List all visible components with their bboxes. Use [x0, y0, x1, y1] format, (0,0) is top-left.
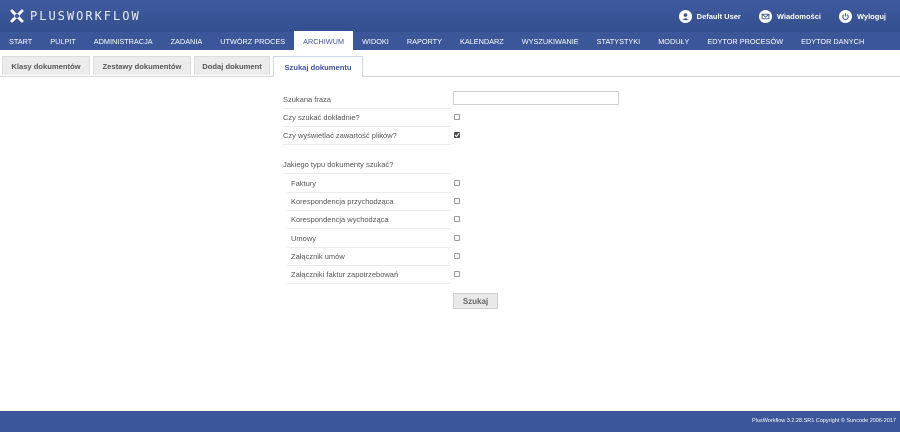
type-checkbox-zalacznik-umow[interactable] [454, 253, 460, 259]
type-checkbox-korespondencja-przychodzaca[interactable] [454, 198, 460, 204]
menu-item-kalendarz[interactable]: KALENDARZ [451, 32, 513, 50]
menu-item-statystyki[interactable]: STATYSTYKI [588, 32, 650, 50]
type-label-faktury: Faktury [287, 175, 451, 193]
messages-label: Wiadomości [776, 11, 821, 21]
menu-item-archiwum[interactable]: ARCHIWUM [294, 31, 354, 51]
menu-item-utworz-proces[interactable]: UTWÓRZ PROCES [211, 32, 294, 50]
exact-checkbox[interactable] [454, 114, 460, 120]
main-menu: START PULPIT ADMINISTRACJA ZADANIA UTWÓR… [0, 31, 900, 51]
menu-item-edytor-procesow[interactable]: EDYTOR PROCESÓW [698, 32, 792, 50]
type-checkbox-korespondencja-wychodzaca[interactable] [454, 216, 460, 222]
menu-item-widoki[interactable]: WIDOKI [353, 32, 398, 50]
exact-label: Czy szukać dokładnie? [283, 109, 451, 127]
tab-zestawy-dokumentow[interactable]: Zestawy dokumentów [93, 56, 191, 75]
menu-item-pulpit[interactable]: PULPIT [41, 32, 85, 50]
copyright-text: PlusWorkflow 3.2.28.SR1 Copyright © Sunc… [752, 418, 896, 424]
phrase-label: Szukana fraza [283, 91, 451, 109]
user-icon [678, 9, 692, 23]
tab-dodaj-dokument[interactable]: Dodaj dokument [194, 56, 270, 75]
app-logo[interactable]: PLUSWORKFLOW [10, 7, 141, 25]
power-icon [838, 9, 852, 23]
top-header: PLUSWORKFLOW Default User Wiadomości Wyl… [0, 0, 900, 32]
show-content-checkbox[interactable] [454, 132, 460, 138]
tab-szukaj-dokumentu[interactable]: Szukaj dokumentu [273, 56, 363, 77]
type-checkbox-umowy[interactable] [454, 235, 460, 241]
type-label-korespondencja-przychodzaca: Korespondencja przychodząca [287, 193, 451, 211]
plusworkflow-logo-icon [10, 9, 24, 23]
footer: PlusWorkflow 3.2.28.SR1 Copyright © Sunc… [0, 411, 900, 432]
user-name: Default User [696, 11, 741, 21]
logo-text: PLUSWORKFLOW [30, 9, 141, 23]
search-button[interactable]: Szukaj [453, 293, 498, 309]
menu-item-edytor-danych[interactable]: EDYTOR DANYCH [792, 32, 873, 50]
user-profile-link[interactable]: Default User [678, 9, 741, 23]
type-label-zalacznik-umow: Załącznik umów [287, 248, 451, 266]
tab-klasy-dokumentow[interactable]: Klasy dokumentów [2, 56, 90, 75]
types-heading: Jakiego typu dokumenty szukać? [283, 156, 451, 174]
type-checkbox-zalaczniki-faktur[interactable] [454, 271, 460, 277]
menu-item-raporty[interactable]: RAPORTY [398, 32, 451, 50]
logout-label: Wyloguj [856, 11, 886, 21]
menu-item-moduly[interactable]: MODUŁY [649, 32, 698, 50]
show-content-label: Czy wyświetlać zawartość plików? [283, 127, 451, 145]
phrase-input[interactable] [453, 91, 619, 105]
menu-item-wyszukiwanie[interactable]: WYSZUKIWANIE [513, 32, 588, 50]
type-checkbox-faktury[interactable] [454, 180, 460, 186]
user-area: Default User Wiadomości Wyloguj [678, 8, 886, 24]
archive-subtabs: Klasy dokumentów Zestawy dokumentów Doda… [0, 56, 900, 77]
logout-link[interactable]: Wyloguj [838, 9, 886, 23]
checkmark-icon [454, 132, 460, 138]
menu-item-start[interactable]: START [0, 32, 41, 50]
menu-item-zadania[interactable]: ZADANIA [162, 32, 212, 50]
type-label-umowy: Umowy [287, 230, 451, 248]
menu-item-administracja[interactable]: ADMINISTRACJA [85, 32, 162, 50]
type-label-zalaczniki-faktur: Załączniki faktur zapotrzebowań [287, 266, 451, 284]
messages-link[interactable]: Wiadomości [758, 9, 821, 23]
mail-icon [758, 9, 772, 23]
type-label-korespondencja-wychodzaca: Korespondencja wychodząca [287, 211, 451, 229]
